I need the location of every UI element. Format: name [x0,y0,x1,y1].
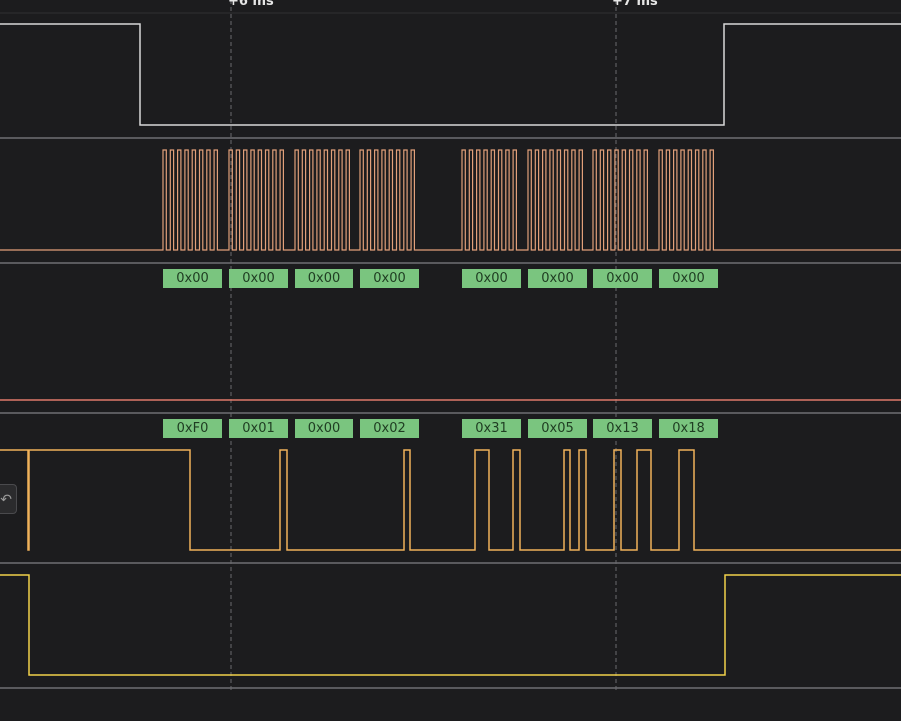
mosi-byte-5[interactable]: 0x00 [462,269,521,288]
miso-byte-3[interactable]: 0x00 [295,419,353,438]
waveform-view[interactable]: +6 ms +7 ms 0x00 0x00 0x00 0x00 0x00 0x0… [0,0,901,721]
mosi-byte-3[interactable]: 0x00 [295,269,353,288]
miso-waveform [0,449,901,551]
miso-byte-6[interactable]: 0x05 [528,419,587,438]
miso-byte-5[interactable]: 0x31 [462,419,521,438]
miso-byte-1[interactable]: 0xF0 [163,419,222,438]
undo-icon: ↶ [0,492,12,508]
clock-waveform [0,149,901,251]
time-marker-6ms: +6 ms [228,0,274,9]
miso-byte-7[interactable]: 0x13 [593,419,652,438]
mosi-byte-8[interactable]: 0x00 [659,269,718,288]
chip-select-waveform [0,574,901,676]
mosi-byte-1[interactable]: 0x00 [163,269,222,288]
miso-byte-8[interactable]: 0x18 [659,419,718,438]
miso-byte-2[interactable]: 0x01 [229,419,288,438]
undo-zoom-button[interactable]: ↶ [0,484,17,514]
mosi-byte-6[interactable]: 0x00 [528,269,587,288]
enable-waveform [0,23,901,126]
miso-byte-4[interactable]: 0x02 [360,419,419,438]
time-marker-7ms: +7 ms [612,0,658,9]
mosi-byte-2[interactable]: 0x00 [229,269,288,288]
mosi-byte-4[interactable]: 0x00 [360,269,419,288]
waveform-canvas[interactable] [0,0,901,721]
mosi-byte-7[interactable]: 0x00 [593,269,652,288]
